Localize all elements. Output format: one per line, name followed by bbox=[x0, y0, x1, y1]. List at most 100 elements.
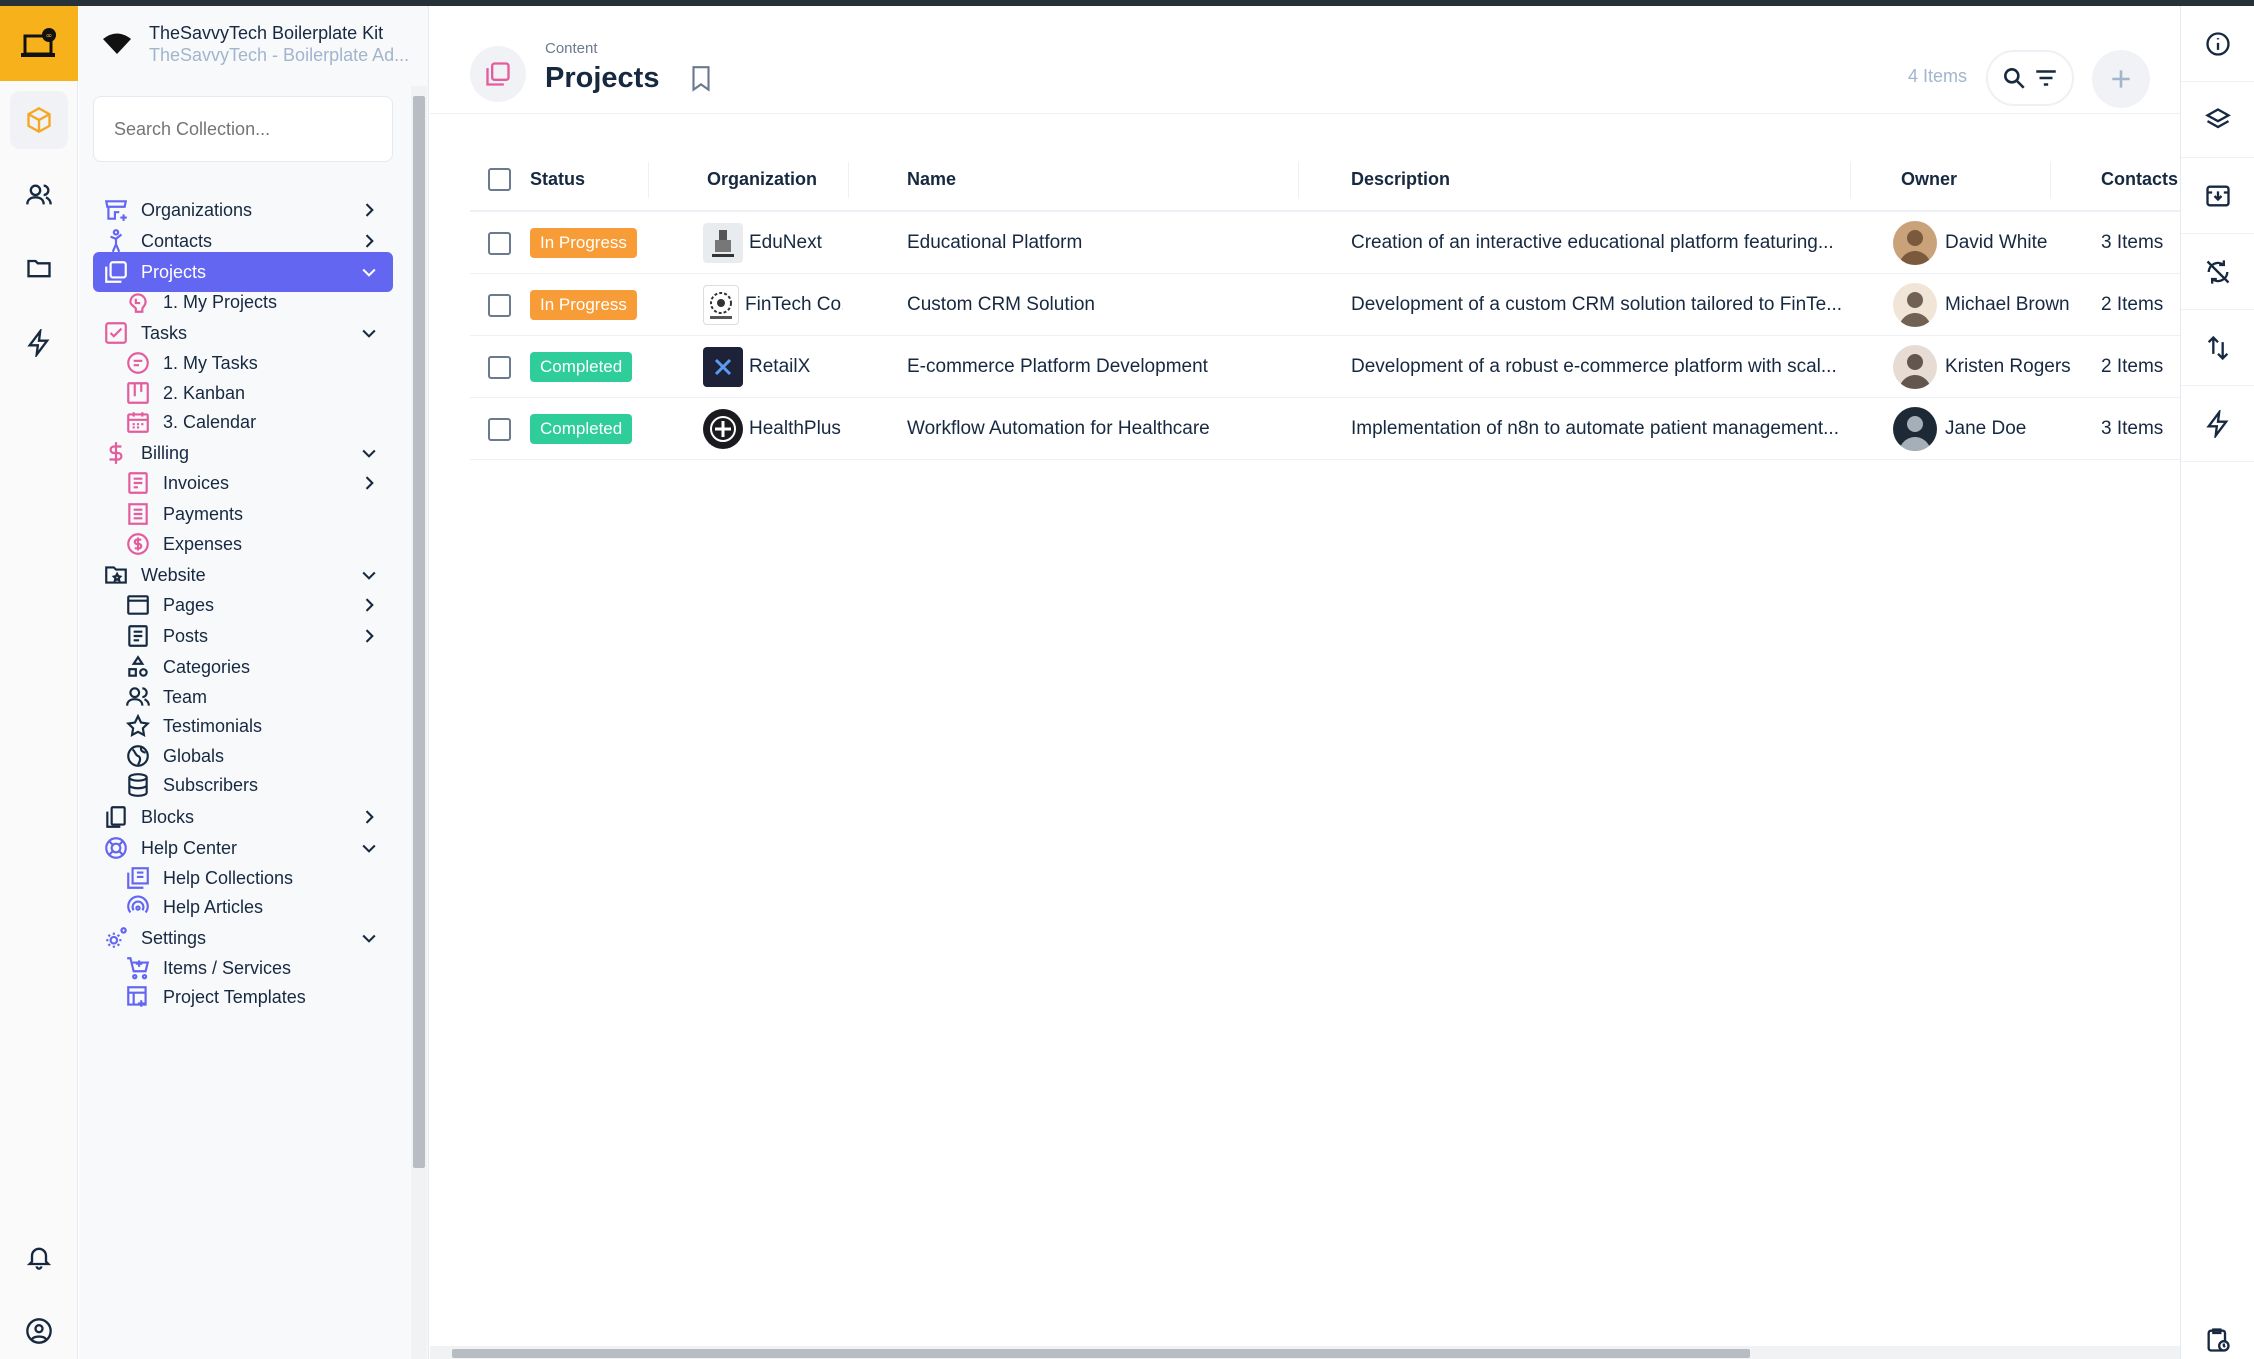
nav-item-label: Organizations bbox=[141, 199, 253, 220]
sync-off-button[interactable] bbox=[2181, 234, 2254, 310]
column-header-organization[interactable]: Organization bbox=[707, 148, 817, 210]
owner-cell[interactable]: Michael Brown bbox=[1893, 274, 2103, 335]
clipboard-button[interactable] bbox=[2181, 1302, 2254, 1359]
owner-cell[interactable]: David White bbox=[1893, 212, 2103, 273]
bookmark-icon[interactable] bbox=[688, 64, 714, 94]
clipboard-clock-icon bbox=[2207, 1328, 2230, 1352]
edunext-logo bbox=[703, 222, 743, 263]
search-icon[interactable] bbox=[2001, 65, 2027, 91]
chevron-right-icon[interactable] bbox=[359, 231, 379, 251]
content-module-button[interactable] bbox=[10, 91, 68, 149]
row-checkbox[interactable] bbox=[488, 355, 511, 379]
help-articles-icon bbox=[125, 894, 151, 920]
item-count: 4 Items bbox=[1908, 66, 1968, 86]
users-module-button[interactable] bbox=[10, 166, 68, 224]
chevron-down-icon[interactable] bbox=[359, 443, 379, 463]
right-sidebar bbox=[2180, 6, 2254, 1359]
organization-name: RetailX bbox=[749, 355, 811, 377]
add-item-button[interactable] bbox=[2092, 50, 2150, 108]
nav-item-label: Pages bbox=[163, 594, 215, 615]
column-header-contacts[interactable]: Contacts bbox=[2101, 148, 2178, 210]
database-icon bbox=[125, 772, 151, 798]
flows-module-button[interactable] bbox=[10, 314, 68, 372]
table-row[interactable]: Completed RetailX E-commerce Platform De… bbox=[470, 336, 2180, 398]
chevron-down-icon[interactable] bbox=[359, 928, 379, 948]
nav-item-label: Expenses bbox=[163, 533, 243, 554]
chevron-right-icon[interactable] bbox=[359, 595, 379, 615]
chevron-right-icon[interactable] bbox=[359, 200, 379, 220]
column-header-status[interactable]: Status bbox=[530, 148, 585, 210]
table-row[interactable]: Completed HealthPlus Workflow Automation… bbox=[470, 398, 2180, 460]
column-header-owner[interactable]: Owner bbox=[1901, 148, 1957, 210]
row-checkbox[interactable] bbox=[488, 417, 511, 441]
organization-cell[interactable]: HealthPlus bbox=[703, 398, 843, 459]
select-all-checkbox[interactable] bbox=[488, 168, 511, 191]
chevron-right-icon[interactable] bbox=[359, 807, 379, 827]
chevron-right-icon[interactable] bbox=[359, 626, 379, 646]
search-collection-input[interactable] bbox=[93, 96, 393, 162]
info-icon bbox=[2206, 31, 2230, 56]
project-name: TheSavvyTech Boilerplate Kit bbox=[149, 22, 384, 43]
contacts-cell[interactable]: 2 Items bbox=[2101, 336, 2163, 397]
organization-cell[interactable]: RetailX bbox=[703, 336, 843, 397]
nav-item-label: Categories bbox=[163, 656, 251, 677]
description-cell: Development of a custom CRM solution tai… bbox=[1351, 293, 1843, 315]
nav-item-label: Team bbox=[163, 686, 208, 707]
import-export-button[interactable] bbox=[2181, 310, 2254, 386]
nav-item-label: Billing bbox=[141, 442, 190, 463]
sync-disabled-icon bbox=[2206, 259, 2230, 284]
lightning-icon bbox=[27, 329, 50, 357]
owner-cell[interactable]: Jane Doe bbox=[1893, 398, 2103, 459]
person-icon bbox=[103, 228, 129, 254]
contacts-cell[interactable]: 2 Items bbox=[2101, 274, 2163, 335]
row-checkbox[interactable] bbox=[488, 293, 511, 317]
contacts-cell[interactable]: 3 Items bbox=[2101, 398, 2163, 459]
my-projects-icon bbox=[125, 289, 151, 315]
column-header-name[interactable]: Name bbox=[907, 148, 956, 210]
owner-cell[interactable]: Kristen Rogers bbox=[1893, 336, 2103, 397]
wifi-logo-icon bbox=[103, 33, 131, 54]
app-logo[interactable]: ∞ bbox=[0, 6, 78, 81]
projects-table: Status Organization Name Description Own… bbox=[470, 148, 2180, 460]
layers-button[interactable] bbox=[2181, 82, 2254, 158]
nav-item-project-templates[interactable]: Project Templates bbox=[93, 977, 393, 1017]
name-cell: Custom CRM Solution bbox=[907, 293, 1095, 315]
nav-item-label: Globals bbox=[163, 745, 225, 766]
chevron-down-icon[interactable] bbox=[359, 565, 379, 585]
chevron-down-icon[interactable] bbox=[359, 262, 379, 282]
nav-item-label: Help Center bbox=[141, 837, 238, 858]
contacts-cell[interactable]: 3 Items bbox=[2101, 212, 2163, 273]
nav-scrollbar-thumb[interactable] bbox=[413, 96, 425, 1168]
layers-icon bbox=[2205, 107, 2231, 128]
table-horizontal-scrollbar-thumb[interactable] bbox=[452, 1349, 1750, 1358]
files-module-button[interactable] bbox=[10, 239, 68, 297]
status-cell: Completed bbox=[530, 336, 633, 397]
filter-icon[interactable] bbox=[2033, 65, 2059, 91]
column-header-description[interactable]: Description bbox=[1351, 148, 1450, 210]
chevron-down-icon[interactable] bbox=[359, 838, 379, 858]
chevron-right-icon[interactable] bbox=[359, 473, 379, 493]
row-checkbox[interactable] bbox=[488, 231, 511, 255]
table-row[interactable]: In Progress EduNext Educational Platform… bbox=[470, 212, 2180, 274]
nav-item-label: Settings bbox=[141, 927, 207, 948]
breadcrumb[interactable]: Content bbox=[545, 40, 598, 57]
name-cell: Workflow Automation for Healthcare bbox=[907, 417, 1210, 439]
project-header[interactable]: TheSavvyTech Boilerplate Kit TheSavvyTec… bbox=[79, 6, 429, 81]
status-cell: In Progress bbox=[530, 212, 637, 273]
notifications-button[interactable] bbox=[10, 1228, 68, 1286]
organization-cell[interactable]: EduNext bbox=[703, 212, 843, 273]
nav-item-label: Website bbox=[141, 564, 206, 585]
flows-button[interactable] bbox=[2181, 386, 2254, 462]
table-row[interactable]: In Progress FinTech Co... Custom CRM Sol… bbox=[470, 274, 2180, 336]
chevron-down-icon[interactable] bbox=[359, 323, 379, 343]
calendar-icon bbox=[125, 409, 151, 435]
info-button[interactable] bbox=[2181, 6, 2254, 82]
nav-item-label: Blocks bbox=[141, 806, 195, 827]
organization-cell[interactable]: FinTech Co... bbox=[703, 274, 843, 335]
main-content: Content Projects 4 Items Status Organiza… bbox=[430, 6, 2180, 1359]
user-account-button[interactable] bbox=[10, 1302, 68, 1359]
name-cell: E-commerce Platform Development bbox=[907, 355, 1208, 377]
archive-button[interactable] bbox=[2181, 158, 2254, 234]
name-cell: Educational Platform bbox=[907, 231, 1083, 253]
status-badge: In Progress bbox=[530, 227, 637, 258]
